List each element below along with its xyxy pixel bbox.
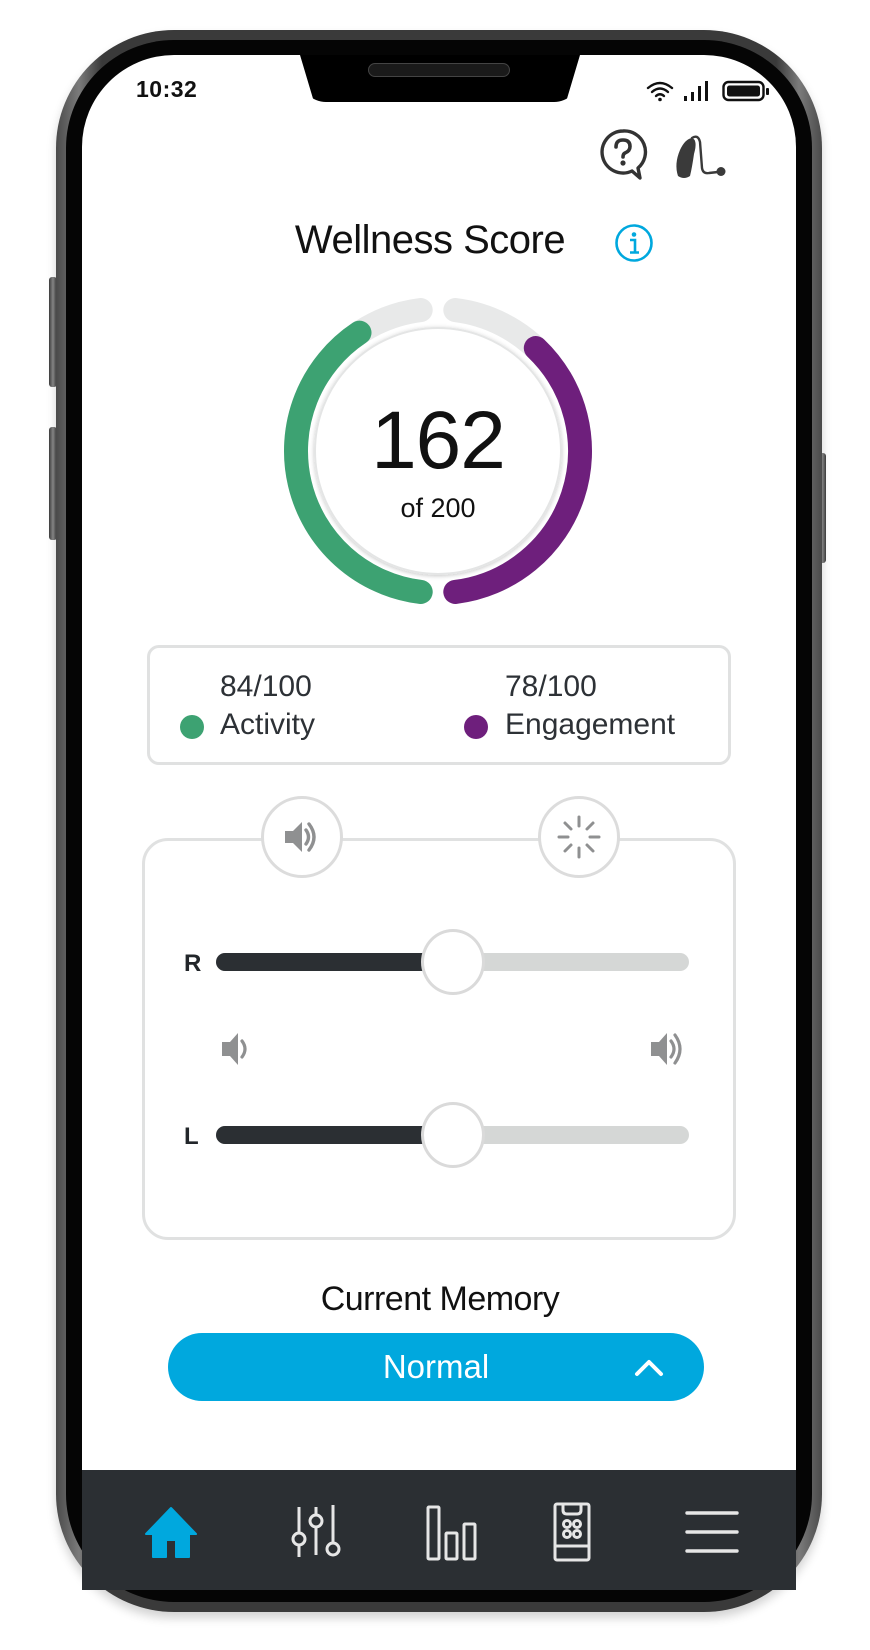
left-volume-thumb[interactable] bbox=[420, 1102, 485, 1168]
volume-icon bbox=[285, 822, 316, 852]
cellular-signal-icon bbox=[684, 81, 708, 101]
battery-icon bbox=[722, 80, 769, 102]
earpiece-speaker bbox=[368, 63, 510, 77]
nav-adjustments[interactable] bbox=[276, 1497, 356, 1567]
left-volume-fill bbox=[216, 1126, 453, 1144]
remote-control-icon bbox=[553, 1502, 591, 1562]
volume-mode-button[interactable] bbox=[261, 796, 343, 878]
chevron-up-icon[interactable] bbox=[632, 1354, 666, 1380]
help-chat-icon[interactable] bbox=[598, 128, 648, 182]
memory-selected-value: Normal bbox=[382, 1348, 490, 1385]
status-time: 10:32 bbox=[136, 76, 198, 102]
engagement-label: Engagement bbox=[505, 708, 676, 741]
equalizer-sliders-icon bbox=[291, 1505, 341, 1557]
info-icon[interactable] bbox=[614, 223, 654, 263]
nav-statistics[interactable] bbox=[412, 1497, 492, 1567]
activity-value: 84/100 bbox=[220, 670, 312, 703]
current-memory-title: Current Memory bbox=[320, 1280, 560, 1318]
engagement-value: 78/100 bbox=[505, 670, 597, 703]
right-volume-thumb[interactable] bbox=[420, 929, 485, 995]
right-slider-label: R bbox=[184, 950, 202, 977]
volume-low-icon bbox=[222, 1033, 247, 1065]
wifi-icon bbox=[646, 81, 674, 102]
hamburger-menu-icon bbox=[685, 1511, 739, 1553]
nav-menu[interactable] bbox=[672, 1497, 752, 1567]
home-icon bbox=[145, 1507, 197, 1558]
score-value: 162 bbox=[371, 395, 506, 486]
nav-home[interactable] bbox=[131, 1497, 211, 1567]
bar-chart-icon bbox=[426, 1505, 477, 1561]
activity-legend-dot bbox=[180, 715, 204, 739]
hearing-aid-icon[interactable] bbox=[672, 132, 732, 182]
activity-label: Activity bbox=[220, 708, 316, 741]
right-volume-fill bbox=[216, 953, 453, 971]
sparkle-brightness-icon bbox=[557, 815, 601, 859]
brightness-mode-button[interactable] bbox=[538, 796, 620, 878]
volume-high-icon bbox=[651, 1033, 682, 1065]
nav-remote[interactable] bbox=[532, 1497, 612, 1567]
metrics-summary-card bbox=[147, 645, 731, 765]
left-slider-label: L bbox=[184, 1123, 199, 1150]
score-max-label: of 200 bbox=[400, 493, 476, 523]
engagement-legend-dot bbox=[464, 715, 488, 739]
page-title: Wellness Score bbox=[294, 218, 566, 262]
